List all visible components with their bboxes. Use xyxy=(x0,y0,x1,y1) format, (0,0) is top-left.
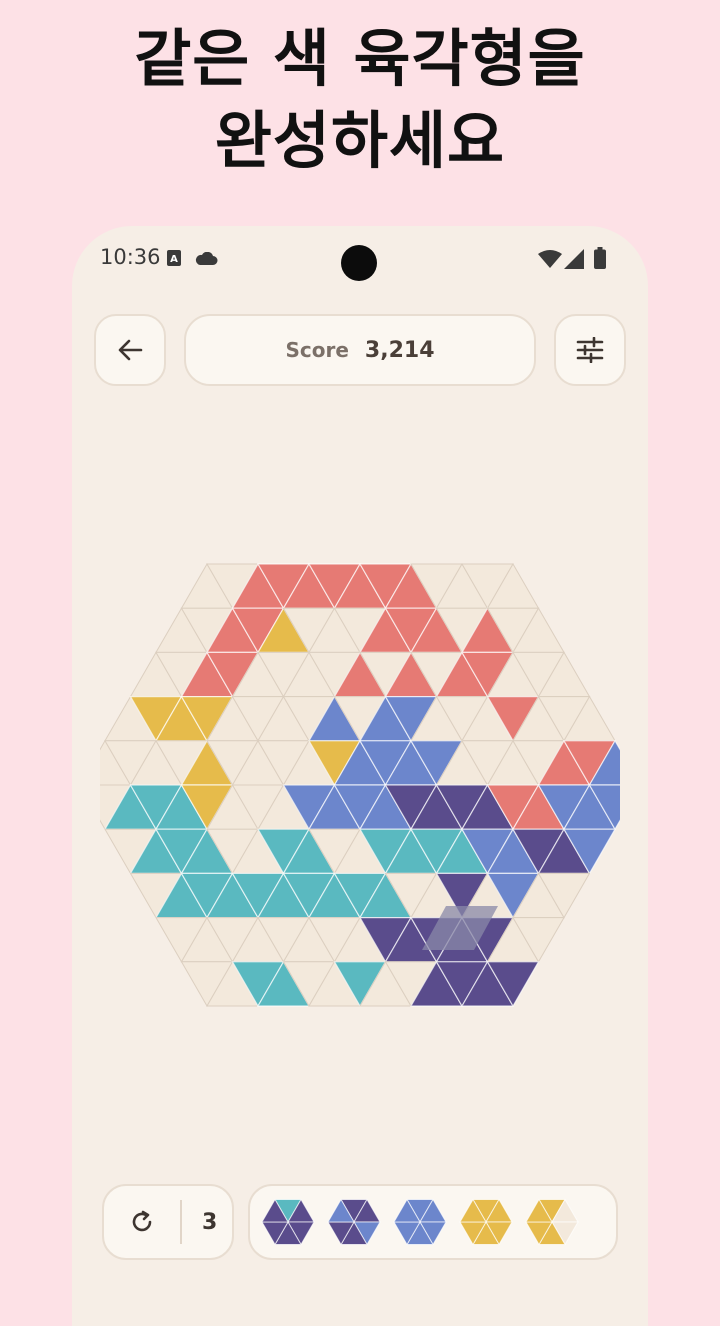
tray-piece-5[interactable] xyxy=(525,1198,579,1246)
undo-count: 3 xyxy=(202,1209,218,1235)
promo-headline: 같은 색 육각형을 완성하세요 xyxy=(0,18,720,182)
status-time: 10:36 xyxy=(100,245,161,269)
score-value: 3,214 xyxy=(364,337,435,363)
settings-button[interactable] xyxy=(554,314,626,386)
headline-line-2: 완성하세요 xyxy=(214,104,506,177)
undo-panel[interactable]: 3 xyxy=(102,1184,234,1260)
wifi-icon xyxy=(538,250,562,272)
svg-text:A: A xyxy=(170,254,178,265)
undo-divider xyxy=(180,1200,182,1244)
headline-line-1: 같은 색 육각형을 xyxy=(134,22,586,95)
keyboard-app-icon: A xyxy=(166,249,182,271)
battery-icon xyxy=(594,247,606,273)
signal-icon xyxy=(564,249,584,273)
front-camera xyxy=(341,245,377,281)
tray-piece-1[interactable] xyxy=(261,1198,315,1246)
status-bar: 10:36 A xyxy=(72,226,648,296)
tray-piece-4[interactable] xyxy=(459,1198,513,1246)
score-display: Score 3,214 xyxy=(184,314,536,386)
phone-screen: 10:36 A Score 3,214 3 xyxy=(72,226,648,1326)
undo-icon xyxy=(132,1210,152,1232)
tray-piece-2[interactable] xyxy=(327,1198,381,1246)
sliders-icon xyxy=(576,337,604,363)
piece-tray xyxy=(248,1184,618,1260)
tray-piece-3[interactable] xyxy=(393,1198,447,1246)
hexagon-game-board[interactable] xyxy=(100,552,620,1012)
cloud-icon xyxy=(194,251,218,270)
score-label: Score xyxy=(285,338,349,362)
arrow-left-icon xyxy=(118,339,143,361)
back-button[interactable] xyxy=(94,314,166,386)
